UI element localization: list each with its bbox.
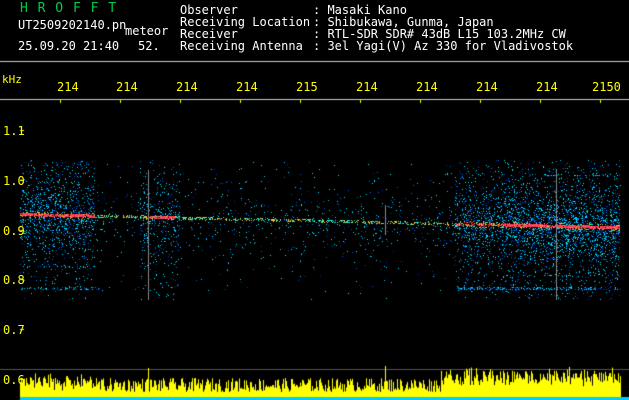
frequency-tick-label: 1.1 <box>3 124 25 138</box>
time-tick-label: 215 <box>296 80 318 94</box>
frequency-tick-label: 0.7 <box>3 323 25 337</box>
time-tick-label: 214 <box>536 80 558 94</box>
time-tick-label: 214 <box>57 80 79 94</box>
frequency-unit-label: kHz <box>2 73 22 86</box>
time-tick-label: 214 <box>476 80 498 94</box>
frequency-tick-label: 1.0 <box>3 174 25 188</box>
antenna-value: : 3el Yagi(V) Az 330 for Vladivostok <box>313 39 574 53</box>
mode-label: meteor <box>125 24 169 38</box>
frequency-tick-label: 0.9 <box>3 224 25 238</box>
time-tick-label: 214 <box>416 80 438 94</box>
filename-label: UT2509202140.pn <box>18 18 127 32</box>
frequency-tick-label: 0.8 <box>3 273 25 287</box>
spectrogram-canvas <box>0 0 629 400</box>
datetime-label: 25.09.20 21:40 <box>18 39 120 53</box>
frequency-tick-label: 0.6 <box>3 373 25 387</box>
number-label: 52. <box>138 39 160 53</box>
hrofft-logo: H R O F F T <box>20 1 118 16</box>
antenna-label: Receiving Antenna <box>180 39 303 53</box>
time-tick-label: 214 <box>236 80 258 94</box>
time-tick-label: 214 <box>356 80 378 94</box>
time-tick-label: 2150 <box>592 80 621 94</box>
time-tick-label: 214 <box>116 80 138 94</box>
time-tick-label: 214 <box>176 80 198 94</box>
